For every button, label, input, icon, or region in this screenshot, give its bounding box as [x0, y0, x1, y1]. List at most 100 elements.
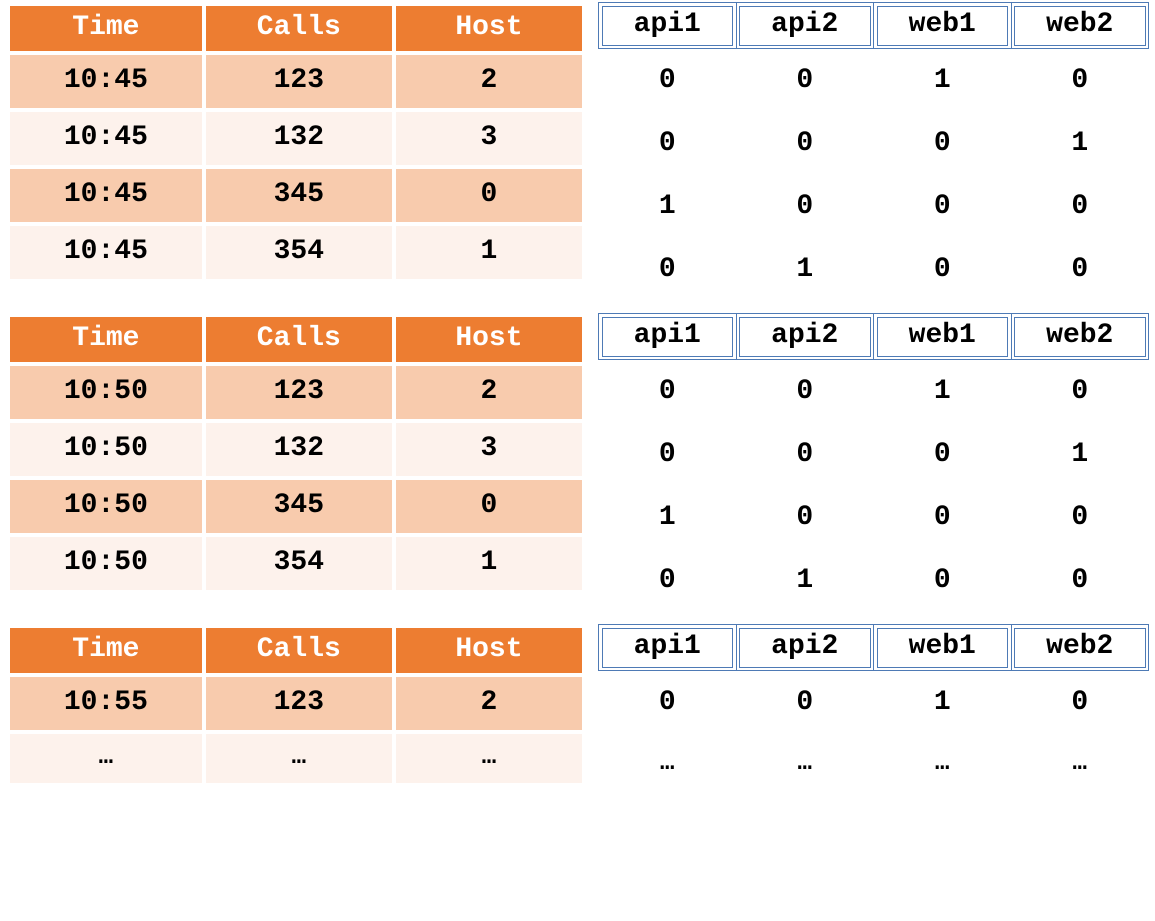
- cell: 0: [599, 423, 737, 486]
- batch-block: Time Calls Host 10:50 123 2 10:50 132 3 …: [6, 313, 1149, 612]
- cell: 123: [206, 55, 392, 108]
- col-header: web1: [874, 3, 1012, 49]
- col-header: Calls: [206, 317, 392, 362]
- table-row: 10:50 345 0: [10, 480, 582, 533]
- cell: 132: [206, 423, 392, 476]
- cell: 123: [206, 677, 392, 730]
- table-row: 10:50 354 1: [10, 537, 582, 590]
- cell: 0: [1011, 360, 1149, 424]
- col-header: Host: [396, 628, 582, 673]
- col-header: Host: [396, 317, 582, 362]
- input-table: Time Calls Host 10:50 123 2 10:50 132 3 …: [6, 313, 586, 594]
- cell: 0: [736, 112, 874, 175]
- cell: 1: [736, 238, 874, 301]
- col-header: web2: [1011, 625, 1149, 671]
- ellipsis-cell: …: [396, 734, 582, 783]
- cell: 10:45: [10, 226, 202, 279]
- cell: 3: [396, 112, 582, 165]
- cell: 0: [874, 549, 1012, 612]
- ellipsis-cell: …: [10, 734, 202, 783]
- onehot-wrap: api1 api2 web1 web2 0 0 1 0 … … …: [598, 624, 1149, 793]
- cell: 0: [599, 238, 737, 301]
- ellipsis-cell: …: [1011, 734, 1149, 793]
- table-row: 10:45 132 3: [10, 112, 582, 165]
- cell: 0: [1011, 486, 1149, 549]
- table-row: 0 1 0 0: [599, 238, 1149, 301]
- table-row: 1 0 0 0: [599, 486, 1149, 549]
- table-row: 0 0 1 0: [599, 671, 1149, 735]
- cell: 1: [874, 360, 1012, 424]
- cell: 1: [736, 549, 874, 612]
- input-table: Time Calls Host 10:45 123 2 10:45 132 3 …: [6, 2, 586, 283]
- table-row: 10:45 123 2: [10, 55, 582, 108]
- ellipsis-cell: …: [736, 734, 874, 793]
- cell: 0: [736, 49, 874, 113]
- col-header: api2: [736, 314, 874, 360]
- onehot-table: api1 api2 web1 web2 0 0 1 0 … … …: [598, 624, 1149, 793]
- col-header: api1: [599, 314, 737, 360]
- cell: 0: [599, 671, 737, 735]
- table-row: 0 0 0 1: [599, 423, 1149, 486]
- table-row: 10:45 354 1: [10, 226, 582, 279]
- cell: 132: [206, 112, 392, 165]
- col-header: api2: [736, 625, 874, 671]
- cell: 0: [1011, 49, 1149, 113]
- cell: 10:45: [10, 169, 202, 222]
- cell: 2: [396, 55, 582, 108]
- cell: 0: [396, 169, 582, 222]
- col-header: api2: [736, 3, 874, 49]
- cell: 1: [1011, 112, 1149, 175]
- cell: 0: [736, 423, 874, 486]
- cell: 10:50: [10, 366, 202, 419]
- col-header: Time: [10, 6, 202, 51]
- onehot-wrap: api1 api2 web1 web2 0 0 1 0 0 0 0: [598, 2, 1149, 301]
- table-row: 0 0 1 0: [599, 360, 1149, 424]
- onehot-table: api1 api2 web1 web2 0 0 1 0 0 0 0: [598, 2, 1149, 301]
- cell: 1: [874, 49, 1012, 113]
- table-row: 0 0 0 1: [599, 112, 1149, 175]
- ellipsis-cell: …: [874, 734, 1012, 793]
- cell: 0: [1011, 238, 1149, 301]
- table-row: … … …: [10, 734, 582, 783]
- cell: 2: [396, 677, 582, 730]
- cell: 0: [1011, 671, 1149, 735]
- cell: 345: [206, 480, 392, 533]
- cell: 0: [599, 360, 737, 424]
- col-header: Time: [10, 628, 202, 673]
- col-header: Calls: [206, 628, 392, 673]
- cell: 1: [1011, 423, 1149, 486]
- cell: 0: [874, 112, 1012, 175]
- cell: 354: [206, 226, 392, 279]
- cell: 0: [874, 423, 1012, 486]
- cell: 3: [396, 423, 582, 476]
- input-table: Time Calls Host 10:55 123 2 … … …: [6, 624, 586, 787]
- cell: 0: [599, 112, 737, 175]
- cell: 123: [206, 366, 392, 419]
- cell: 1: [874, 671, 1012, 735]
- col-header: web2: [1011, 3, 1149, 49]
- col-header: web2: [1011, 314, 1149, 360]
- cell: 1: [396, 226, 582, 279]
- cell: 0: [1011, 549, 1149, 612]
- col-header: api1: [599, 625, 737, 671]
- table-row: 10:50 123 2: [10, 366, 582, 419]
- cell: 1: [599, 175, 737, 238]
- cell: 345: [206, 169, 392, 222]
- cell: 0: [599, 49, 737, 113]
- batch-block: Time Calls Host 10:55 123 2 … … …: [6, 624, 1149, 793]
- cell: 10:45: [10, 55, 202, 108]
- ellipsis-cell: …: [206, 734, 392, 783]
- table-row: 1 0 0 0: [599, 175, 1149, 238]
- cell: 354: [206, 537, 392, 590]
- cell: 10:45: [10, 112, 202, 165]
- col-header: api1: [599, 3, 737, 49]
- onehot-table: api1 api2 web1 web2 0 0 1 0 0 0 0: [598, 313, 1149, 612]
- cell: 10:50: [10, 480, 202, 533]
- col-header: Time: [10, 317, 202, 362]
- col-header: Host: [396, 6, 582, 51]
- table-row: … … … …: [599, 734, 1149, 793]
- ellipsis-cell: …: [599, 734, 737, 793]
- cell: 0: [599, 549, 737, 612]
- cell: 0: [1011, 175, 1149, 238]
- cell: 0: [396, 480, 582, 533]
